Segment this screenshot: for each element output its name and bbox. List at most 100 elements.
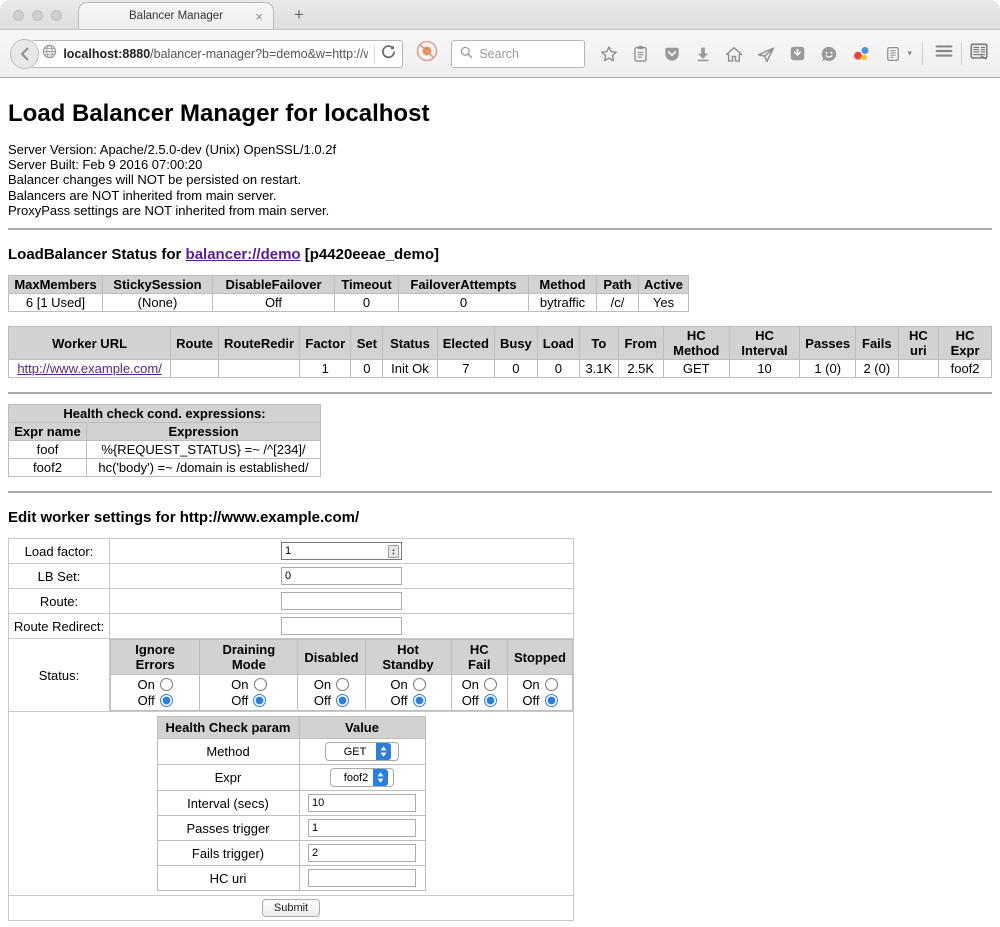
number-stepper-icon[interactable]: ▲▼ — [388, 545, 399, 558]
tab-close-icon[interactable]: × — [255, 10, 263, 23]
sidebar-panel-icon[interactable] — [884, 45, 902, 63]
downloads-icon[interactable] — [694, 45, 712, 63]
reload-icon[interactable] — [381, 44, 396, 64]
server-info-line: Server Version: Apache/2.5.0-dev (Unix) … — [8, 142, 992, 157]
back-button[interactable] — [10, 39, 39, 69]
browser-tab[interactable]: Balancer Manager × — [78, 2, 274, 29]
method-select[interactable]: GET — [325, 742, 399, 761]
submit-button[interactable]: Submit — [262, 899, 320, 917]
route-redirect-input[interactable] — [281, 617, 402, 635]
url-bar[interactable]: localhost:8880/balancer-manager?b=demo&w… — [31, 40, 403, 68]
col-header: MaxMembers — [9, 276, 103, 294]
hot-standby-on-radio[interactable] — [413, 678, 426, 691]
col-header: Method — [529, 276, 597, 294]
send-tab-icon[interactable] — [756, 44, 776, 64]
expr-value: %{REQUEST_STATUS} =~ /^[234]/ — [87, 441, 321, 459]
firefox-account-icon[interactable] — [851, 43, 872, 64]
draining-mode-on-radio[interactable] — [254, 678, 267, 691]
search-placeholder: Search — [479, 47, 519, 61]
reading-list-icon[interactable] — [631, 44, 650, 63]
menu-hamburger-icon[interactable] — [933, 40, 955, 67]
form-row: Load factor: ▲▼ — [9, 539, 574, 564]
col-header: Active — [639, 276, 689, 294]
hot-standby-off-radio[interactable] — [413, 694, 426, 707]
hc-uri-input[interactable] — [308, 869, 416, 887]
col-header: FailoverAttempts — [399, 276, 529, 294]
col-header: Worker URL — [9, 327, 171, 360]
fails-input[interactable] — [308, 844, 416, 862]
url-text[interactable]: localhost:8880/balancer-manager?b=demo&w… — [63, 47, 368, 61]
minimize-window-button[interactable] — [32, 10, 43, 21]
col-header: Health Check param — [157, 717, 299, 739]
form-row: Method GET — [157, 739, 425, 765]
zoom-window-button[interactable] — [51, 10, 62, 21]
form-row: LB Set: — [9, 564, 574, 589]
globe-icon — [42, 44, 57, 64]
disabled-on-radio[interactable] — [336, 678, 349, 691]
edit-worker-form: Load factor: ▲▼ LB Set: Route: Route Red… — [8, 538, 574, 921]
hc-uri-label: HC uri — [157, 866, 299, 891]
select-arrows-icon — [373, 769, 388, 786]
hc-fail-off-radio[interactable] — [484, 694, 497, 707]
urlbar-divider — [374, 45, 375, 63]
lb-set-input[interactable] — [281, 567, 402, 585]
divider — [8, 392, 992, 394]
cell: 1 (0) — [800, 360, 856, 378]
cell — [171, 360, 219, 378]
ignore-errors-off-radio[interactable] — [160, 694, 173, 707]
balancer-link[interactable]: balancer://demo — [186, 246, 301, 263]
server-info-line: Balancers are NOT inherited from main se… — [8, 188, 992, 203]
cell: 0 — [351, 360, 383, 378]
form-row: Health Check param Value Method GET — [9, 712, 574, 896]
route-redirect-label: Route Redirect: — [9, 614, 110, 639]
bookmark-star-icon[interactable] — [599, 44, 619, 64]
toolbar-divider2 — [961, 43, 962, 65]
status-col-header: Hot Standby — [365, 640, 451, 675]
route-label: Route: — [9, 589, 110, 614]
window-controls[interactable] — [13, 10, 62, 21]
form-row: Route Redirect: — [9, 614, 574, 639]
hc-expressions-title: Health check cond. expressions: — [9, 405, 321, 423]
worker-url-link[interactable]: http://www.example.com/ — [17, 361, 162, 376]
cell: Off — [213, 294, 335, 312]
new-tab-button[interactable]: + — [288, 5, 310, 25]
disabled-off-radio[interactable] — [336, 694, 349, 707]
col-header: Elected — [437, 327, 494, 360]
hc-fail-on-radio[interactable] — [484, 678, 497, 691]
col-header: To — [579, 327, 618, 360]
status-label: Status: — [9, 639, 110, 712]
hello-chat-icon[interactable] — [819, 44, 839, 64]
route-input[interactable] — [281, 592, 402, 610]
status-col-header: Ignore Errors — [111, 640, 200, 675]
chevron-down-icon[interactable]: ▾ — [908, 48, 913, 59]
expr-select[interactable]: foof2 — [330, 768, 394, 787]
load-factor-input[interactable] — [281, 542, 402, 560]
method-label: Method — [157, 739, 299, 765]
form-row: Passes trigger — [157, 816, 425, 841]
col-header: Timeout — [335, 276, 399, 294]
downloads-panel-icon[interactable] — [788, 44, 807, 63]
cell: 0 — [494, 360, 537, 378]
close-window-button[interactable] — [13, 10, 24, 21]
browser-window: Balancer Manager × + localhost:8880/bala… — [0, 0, 1000, 927]
cell: 3.1K — [579, 360, 618, 378]
content-blocker-icon[interactable] — [415, 39, 439, 68]
interval-input[interactable] — [308, 794, 416, 812]
server-info-line: Balancer changes will NOT be persisted o… — [8, 172, 992, 187]
draining-mode-off-radio[interactable] — [253, 694, 266, 707]
ignore-errors-on-radio[interactable] — [160, 678, 173, 691]
pocket-icon[interactable] — [662, 44, 682, 64]
stopped-on-radio[interactable] — [545, 678, 558, 691]
home-icon[interactable] — [724, 44, 744, 64]
search-input[interactable]: Search — [451, 40, 584, 68]
cell: 2 (0) — [856, 360, 898, 378]
status-table: Ignore Errors Draining Mode Disabled Hot… — [110, 639, 573, 711]
passes-input[interactable] — [308, 819, 416, 837]
newspaper-icon[interactable] — [968, 40, 990, 67]
col-header: Passes — [800, 327, 856, 360]
page-content: Load Balancer Manager for localhost Serv… — [0, 78, 1000, 927]
stopped-off-radio[interactable] — [545, 694, 558, 707]
server-info-line: ProxyPass settings are NOT inherited fro… — [8, 203, 992, 218]
col-header: Fails — [856, 327, 898, 360]
divider — [8, 491, 992, 493]
